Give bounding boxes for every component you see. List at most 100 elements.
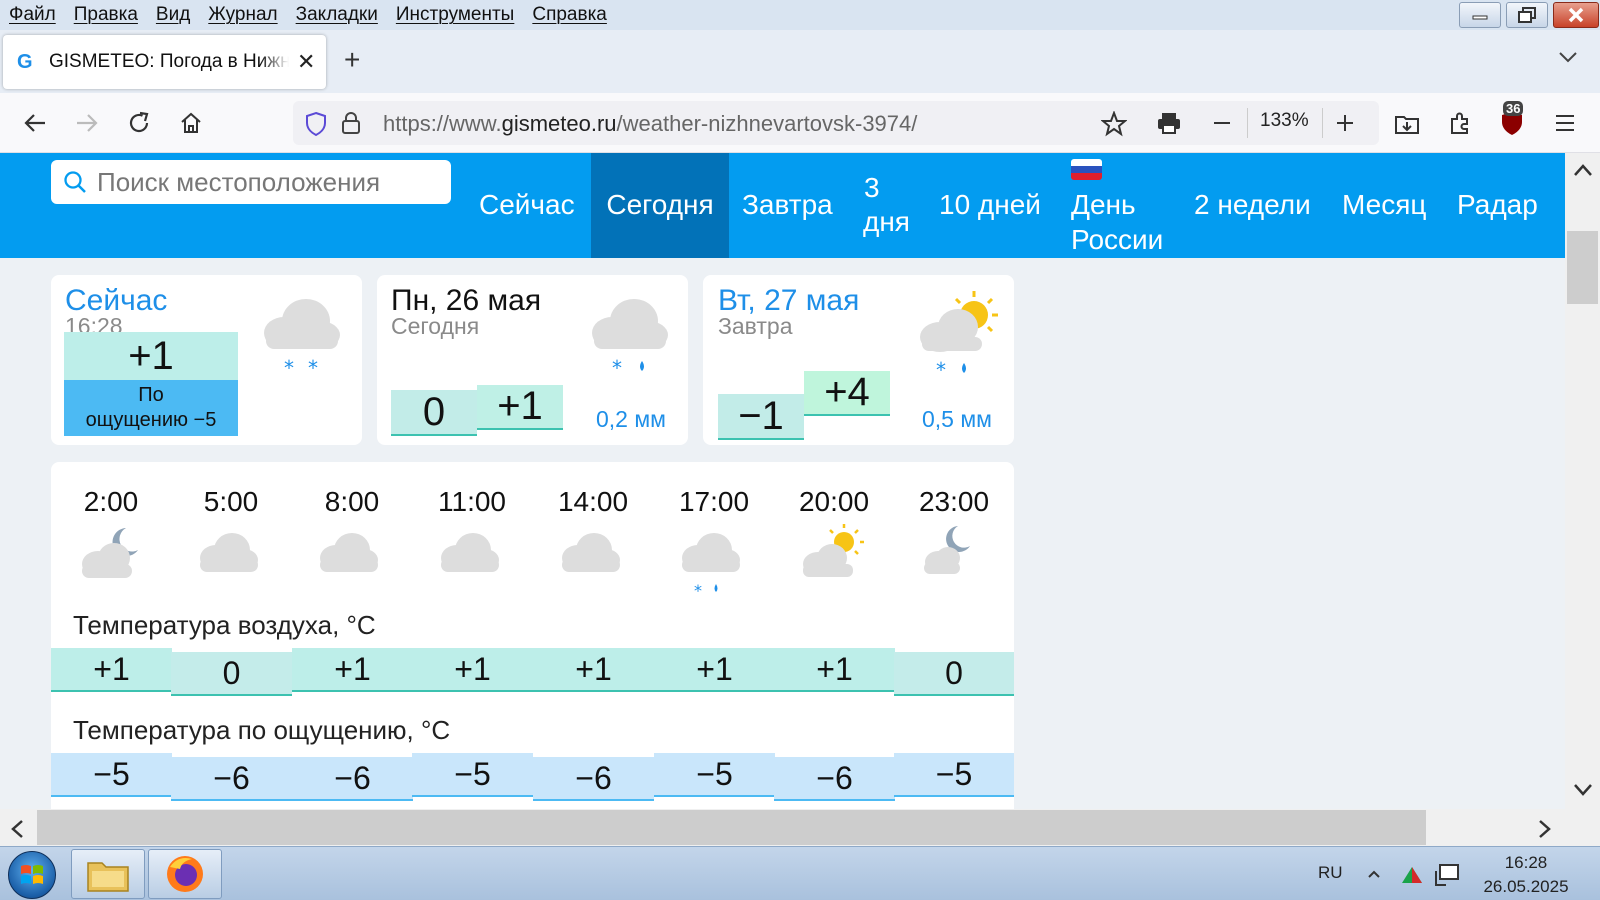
home-icon: [181, 112, 201, 133]
firefox-taskbar-button[interactable]: [148, 849, 222, 899]
browser-tab[interactable]: G GISMETEO: Погода в Нижневартовске ✕: [3, 35, 326, 89]
nav-radar[interactable]: Радар: [1457, 187, 1538, 222]
menu-bookmarks[interactable]: Закладки: [296, 4, 378, 26]
list-all-tabs-button[interactable]: [1558, 50, 1578, 69]
printer-icon: [1158, 113, 1180, 134]
home-button[interactable]: [174, 106, 208, 140]
hour-label: 14:00: [557, 486, 629, 517]
air-temp-cell: 0: [894, 652, 1014, 696]
folder-icon: [87, 862, 129, 892]
hour-label: 8:00: [324, 486, 380, 517]
zoom-in-button[interactable]: [1328, 106, 1362, 140]
menu-file[interactable]: Файл: [9, 4, 56, 26]
nav-now[interactable]: Сейчас: [479, 187, 575, 222]
cloud-snow-rain-icon: *: [592, 299, 668, 379]
menu-tools[interactable]: Инструменты: [396, 4, 514, 26]
air-temp-cell: +1: [51, 648, 172, 692]
today-precipitation: 0,2 мм: [596, 406, 666, 432]
site-header: Поиск местоположения Сейчас Сегодня Завт…: [0, 153, 1565, 258]
nav-today[interactable]: Сегодня: [591, 153, 729, 258]
zoom-level-button[interactable]: 133%: [1260, 110, 1309, 132]
puzzle-icon: [1451, 112, 1468, 134]
save-to-pocket-button[interactable]: [1390, 106, 1424, 140]
moon-cloud-icon: [924, 526, 970, 574]
url-text[interactable]: https://www.gismeteo.ru/weather-nizhneva…: [383, 111, 917, 137]
horizontal-scroll-thumb[interactable]: [37, 810, 1426, 845]
air-temp-cell: +1: [533, 648, 654, 692]
vertical-scroll-thumb[interactable]: [1567, 231, 1598, 304]
print-button[interactable]: [1152, 106, 1186, 140]
nav-russia-day-line2: России: [1071, 224, 1164, 255]
zoom-out-button[interactable]: [1205, 106, 1239, 140]
cloud-icon: [200, 533, 258, 572]
vertical-scrollbar[interactable]: [1565, 153, 1600, 809]
reload-button[interactable]: [122, 106, 156, 140]
start-button[interactable]: [8, 851, 56, 899]
tomorrow-subtitle: Завтра: [718, 313, 793, 339]
scroll-left-icon[interactable]: [10, 819, 24, 839]
menu-help[interactable]: Справка: [532, 4, 607, 26]
ublock-count-badge: 36: [1503, 101, 1524, 116]
download-folder-icon: [1395, 116, 1419, 134]
forward-button[interactable]: [70, 106, 104, 140]
clock-date: 26.05.2025: [1483, 877, 1569, 896]
now-card[interactable]: Сейчас 16:28 +1 По ощущению −5 * *: [51, 275, 362, 445]
extensions-button[interactable]: [1443, 106, 1477, 140]
back-button[interactable]: [18, 106, 52, 140]
svg-text:*: *: [308, 356, 318, 379]
menu-edit[interactable]: Правка: [74, 4, 138, 26]
close-window-button[interactable]: [1553, 2, 1599, 28]
nav-month[interactable]: Месяц: [1342, 187, 1426, 222]
russia-flag-icon: [1071, 159, 1102, 180]
tomorrow-card[interactable]: Вт, 27 мая Завтра −1 +4 0,5 мм *: [703, 275, 1014, 445]
hour-label: 11:00: [438, 486, 506, 517]
tomorrow-precipitation: 0,5 мм: [922, 406, 992, 432]
network-warning-icon[interactable]: [1398, 861, 1426, 887]
scroll-right-icon[interactable]: [1538, 819, 1552, 839]
restore-icon: [1518, 7, 1536, 23]
restore-button[interactable]: [1506, 2, 1548, 28]
new-tab-button[interactable]: +: [344, 44, 360, 76]
scroll-down-icon[interactable]: [1573, 783, 1593, 797]
tab-strip: G GISMETEO: Погода в Нижневартовске ✕ +: [0, 30, 1600, 93]
feels-temp-cell: −5: [412, 753, 533, 797]
today-max-temp: +1: [477, 384, 563, 430]
air-temp-cell: +1: [654, 648, 775, 692]
scroll-up-icon[interactable]: [1573, 163, 1593, 177]
network-monitor-icon[interactable]: [1434, 861, 1462, 887]
tab-close-icon[interactable]: ✕: [297, 49, 315, 75]
search-placeholder: Поиск местоположения: [97, 167, 381, 197]
menu-history[interactable]: Журнал: [208, 4, 277, 26]
location-search-input[interactable]: Поиск местоположения: [51, 160, 451, 204]
language-indicator[interactable]: RU: [1318, 863, 1343, 883]
system-clock[interactable]: 16:28 26.05.2025: [1466, 851, 1586, 899]
nav-2-weeks[interactable]: 2 недели: [1194, 187, 1311, 222]
tracking-shield-icon[interactable]: [305, 111, 327, 137]
menu-view[interactable]: Вид: [156, 4, 190, 26]
hour-label: 20:00: [798, 486, 870, 517]
bookmark-star-icon[interactable]: [1101, 111, 1127, 137]
partly-sunny-snow-rain-icon: *: [920, 291, 998, 379]
explorer-taskbar-button[interactable]: [71, 849, 145, 899]
nav-3-days-number: 3: [864, 172, 880, 203]
clock-time: 16:28: [1504, 853, 1548, 872]
url-host: gismeteo.ru: [501, 111, 617, 136]
hour-label: 2:00: [83, 486, 139, 517]
air-temp-cell: +1: [774, 648, 895, 692]
nav-10-days[interactable]: 10 дней: [939, 187, 1041, 222]
windows-logo-icon: [21, 865, 43, 884]
horizontal-scrollbar[interactable]: [0, 809, 1600, 846]
nav-tomorrow[interactable]: Завтра: [742, 187, 833, 222]
gismeteo-favicon-icon: G: [17, 50, 33, 73]
feels-temp-cell: −5: [654, 753, 775, 797]
app-menu-button[interactable]: [1548, 106, 1582, 140]
hour-label: 5:00: [203, 486, 259, 517]
feels-temp-cell: −5: [894, 753, 1014, 797]
today-card[interactable]: Пн, 26 мая Сегодня 0 +1 0,2 мм *: [377, 275, 688, 445]
show-hidden-icons-icon[interactable]: [1367, 869, 1381, 879]
hour-label: 23:00: [918, 486, 990, 517]
lock-icon[interactable]: [341, 111, 361, 135]
minimize-button[interactable]: [1459, 2, 1501, 28]
feels-temp-cell: −6: [292, 757, 413, 801]
nav-toolbar: https://www.gismeteo.ru/weather-nizhneva…: [0, 93, 1600, 153]
